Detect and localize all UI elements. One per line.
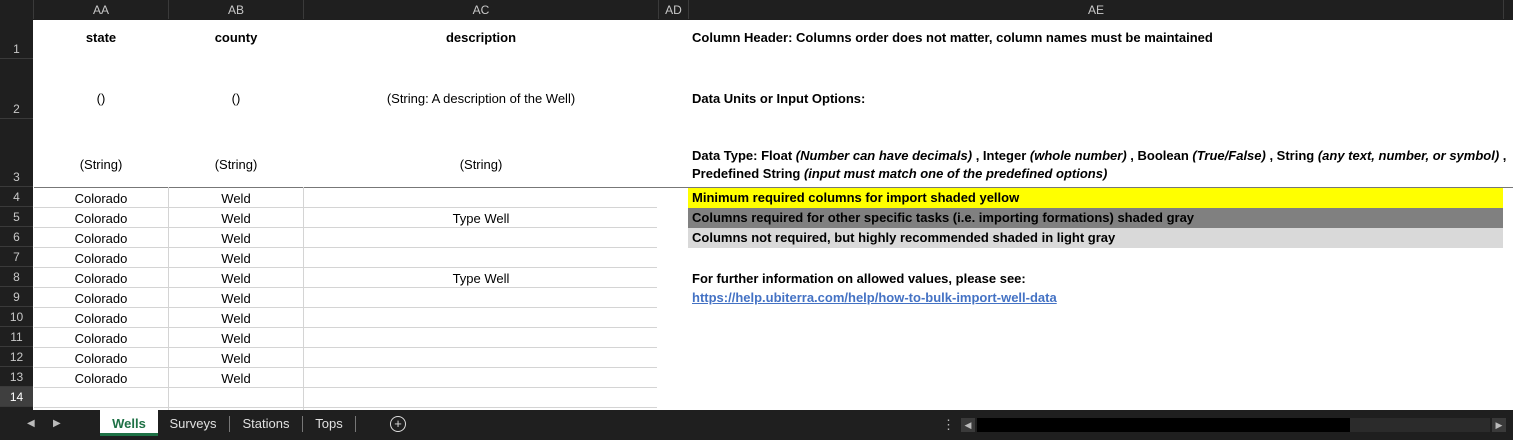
row-header[interactable]: 13 <box>0 367 33 387</box>
cell-state[interactable]: Colorado <box>34 231 168 246</box>
cell-state[interactable]: Colorado <box>34 251 168 266</box>
column-header-ad[interactable]: AD <box>659 0 689 19</box>
header-state[interactable]: state <box>34 30 168 45</box>
cell-description[interactable]: Type Well <box>304 211 658 226</box>
row-header[interactable]: 11 <box>0 327 33 347</box>
add-sheet-icon[interactable]: + <box>390 416 406 432</box>
tab-separator <box>229 416 230 432</box>
cell-state[interactable]: Colorado <box>34 351 168 366</box>
cell-state[interactable]: Colorado <box>34 191 168 206</box>
worksheet-grid[interactable]: state county description () () (String: … <box>34 20 1513 410</box>
row-header[interactable]: 12 <box>0 347 33 367</box>
cell-state[interactable]: Colorado <box>34 371 168 386</box>
cell-county[interactable]: Weld <box>169 251 303 266</box>
row-header-selected[interactable]: 14 <box>0 387 33 407</box>
type-county[interactable]: (String) <box>169 157 303 172</box>
hscroll-left-icon[interactable]: ◀ <box>961 418 975 432</box>
row-header[interactable]: 2 <box>0 59 33 119</box>
tab-surveys[interactable]: Surveys <box>160 410 226 436</box>
scroll-tabs-right-icon[interactable]: ▶ <box>53 418 61 429</box>
sheet-tab-bar: ◀ ▶ Wells Surveys Stations Tops + ⋮ ◀ ▶ <box>0 410 1513 440</box>
cell-county[interactable]: Weld <box>169 291 303 306</box>
cell-county[interactable]: Weld <box>169 311 303 326</box>
tab-separator <box>355 416 356 432</box>
tab-stations[interactable]: Stations <box>232 410 300 436</box>
legend-yellow[interactable]: Minimum required columns for import shad… <box>688 188 1503 208</box>
header-description[interactable]: description <box>304 30 658 45</box>
column-header-bar: AA AB AC AD AE <box>0 0 1513 20</box>
row-header[interactable]: 10 <box>0 307 33 327</box>
info-further[interactable]: For further information on allowed value… <box>691 271 1026 286</box>
cell-state[interactable]: Colorado <box>34 311 168 326</box>
cell-county[interactable]: Weld <box>169 211 303 226</box>
info-data-units[interactable]: Data Units or Input Options: <box>691 91 865 106</box>
legend-gray[interactable]: Columns required for other specific task… <box>688 208 1503 228</box>
string-label: , String <box>1265 148 1318 163</box>
type-state[interactable]: (String) <box>34 157 168 172</box>
integer-note: (whole number) <box>1029 148 1127 163</box>
cell-county[interactable]: Weld <box>169 331 303 346</box>
trailing-comma: , <box>1499 148 1507 163</box>
column-header-ab[interactable]: AB <box>169 0 304 19</box>
float-note: (Number can have decimals) <box>795 148 973 163</box>
more-options-icon[interactable]: ⋮ <box>942 417 955 433</box>
cell-state[interactable]: Colorado <box>34 291 168 306</box>
row-header[interactable]: 6 <box>0 227 33 247</box>
select-all-corner[interactable] <box>0 0 34 19</box>
cell-county[interactable]: Weld <box>169 371 303 386</box>
predefined-note: (input must match one of the predefined … <box>803 166 1108 181</box>
tab-wells[interactable]: Wells <box>100 410 158 436</box>
cell-state[interactable]: Colorado <box>34 331 168 346</box>
column-header-aa[interactable]: AA <box>34 0 169 19</box>
data-type-prefix: Data Type: Float <box>692 148 796 163</box>
hscroll-right-icon[interactable]: ▶ <box>1492 418 1506 432</box>
column-header-ac[interactable]: AC <box>304 0 659 19</box>
info-data-type[interactable]: Data Type: Float (Number can have decima… <box>691 147 1506 183</box>
row-header[interactable]: 9 <box>0 287 33 307</box>
units-county[interactable]: () <box>169 91 303 106</box>
row-header[interactable]: 7 <box>0 247 33 267</box>
integer-label: , Integer <box>972 148 1030 163</box>
cell-state[interactable]: Colorado <box>34 211 168 226</box>
help-link[interactable]: https://help.ubiterra.com/help/how-to-bu… <box>691 290 1057 305</box>
boolean-label: , Boolean <box>1126 148 1193 163</box>
cell-county[interactable]: Weld <box>169 271 303 286</box>
row-header[interactable]: 1 <box>0 20 33 59</box>
cell-county[interactable]: Weld <box>169 351 303 366</box>
boolean-note: (True/False) <box>1192 148 1266 163</box>
units-state[interactable]: () <box>34 91 168 106</box>
header-county[interactable]: county <box>169 30 303 45</box>
predefined-label: Predefined String <box>692 166 804 181</box>
row-header[interactable]: 5 <box>0 207 33 227</box>
info-column-header[interactable]: Column Header: Columns order does not ma… <box>691 30 1213 45</box>
tab-separator <box>302 416 303 432</box>
row-header-bar: 1 2 3 4 5 6 7 8 9 10 11 12 13 14 <box>0 20 33 410</box>
scroll-tabs-left-icon[interactable]: ◀ <box>27 418 35 429</box>
cell-description[interactable]: Type Well <box>304 271 658 286</box>
row-header[interactable]: 3 <box>0 119 33 187</box>
horizontal-scrollbar-thumb[interactable] <box>1350 418 1490 432</box>
cell-state[interactable]: Colorado <box>34 271 168 286</box>
cell-county[interactable]: Weld <box>169 231 303 246</box>
tab-tops[interactable]: Tops <box>305 410 353 436</box>
row-header[interactable]: 4 <box>0 187 33 207</box>
cell-county[interactable]: Weld <box>169 191 303 206</box>
string-note: (any text, number, or symbol) <box>1317 148 1500 163</box>
units-description[interactable]: (String: A description of the Well) <box>304 91 658 106</box>
column-header-ae[interactable]: AE <box>689 0 1504 19</box>
legend-lightgray[interactable]: Columns not required, but highly recomme… <box>688 228 1503 248</box>
row-header[interactable]: 8 <box>0 267 33 287</box>
type-description[interactable]: (String) <box>304 157 658 172</box>
